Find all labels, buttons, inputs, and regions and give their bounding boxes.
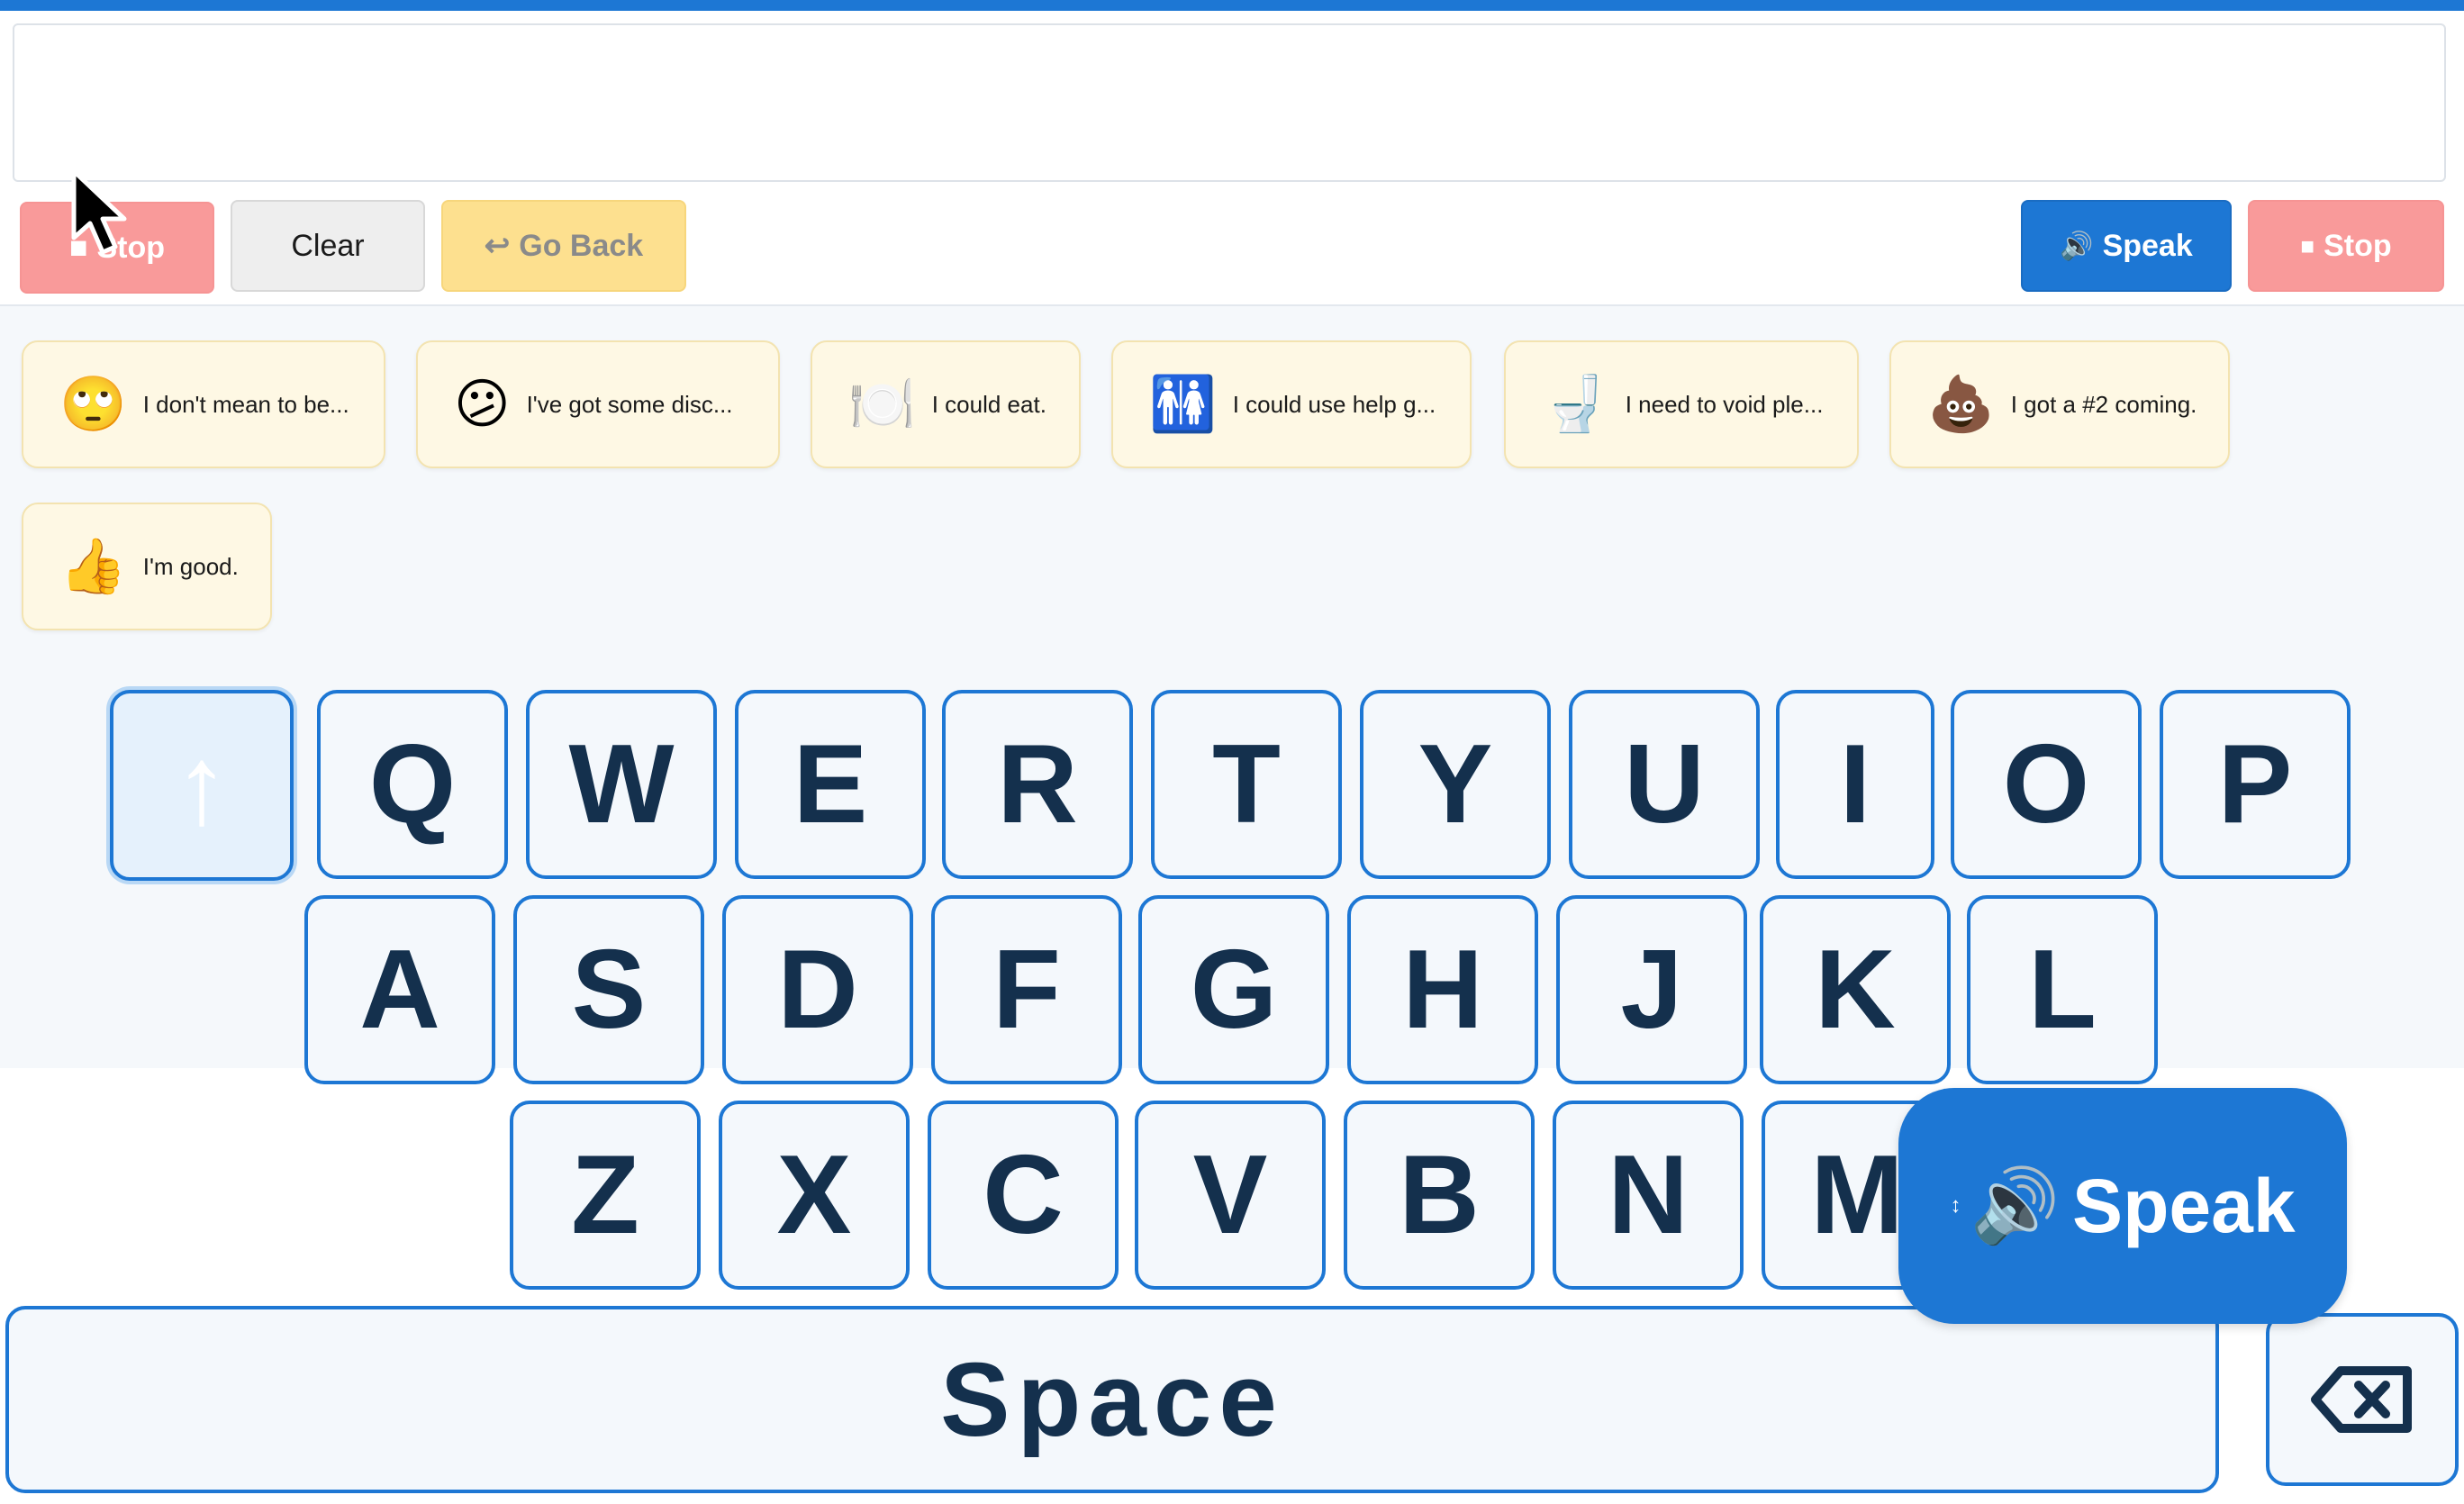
stop-button-left[interactable]: ■ Stop bbox=[20, 202, 214, 294]
toilet-icon: 🚽 bbox=[1542, 373, 1609, 436]
plate-cutlery-icon: 🍽️ bbox=[848, 373, 916, 436]
key-s[interactable]: S bbox=[513, 895, 704, 1084]
floating-speak-label: Speak bbox=[2072, 1163, 2296, 1248]
phrase-label: I'm good. bbox=[142, 552, 239, 580]
up-arrow-icon: ↑ bbox=[174, 723, 230, 847]
key-n[interactable]: N bbox=[1553, 1101, 1744, 1290]
phrase-label: I could use help g... bbox=[1232, 390, 1436, 418]
key-g[interactable]: G bbox=[1138, 895, 1329, 1084]
return-arrow-icon: ↩ bbox=[484, 229, 511, 263]
key-b[interactable]: B bbox=[1344, 1101, 1535, 1290]
key-x[interactable]: X bbox=[719, 1101, 910, 1290]
key-p[interactable]: P bbox=[2160, 690, 2351, 879]
key-r[interactable]: R bbox=[942, 690, 1133, 879]
stop-right-label: Stop bbox=[2324, 228, 2392, 263]
message-text-area[interactable] bbox=[13, 23, 2446, 182]
key-h[interactable]: H bbox=[1347, 895, 1538, 1084]
phrase-label: I've got some disc... bbox=[526, 390, 733, 418]
key-c[interactable]: C bbox=[928, 1101, 1119, 1290]
key-t[interactable]: T bbox=[1151, 690, 1342, 879]
key-o[interactable]: O bbox=[1951, 690, 2142, 879]
poop-icon: 💩 bbox=[1927, 373, 1995, 436]
shift-key[interactable]: ↑ bbox=[110, 690, 294, 881]
stop-left-label: Stop bbox=[96, 230, 166, 265]
phrase-label: I don't mean to be... bbox=[142, 390, 349, 418]
stop-button-right[interactable]: ■ Stop bbox=[2248, 200, 2444, 292]
eye-roll-icon: 🙄 bbox=[59, 373, 127, 436]
key-u[interactable]: U bbox=[1569, 690, 1760, 879]
key-k[interactable]: K bbox=[1760, 895, 1951, 1084]
go-back-button[interactable]: ↩ Go Back bbox=[441, 200, 686, 292]
key-w[interactable]: W bbox=[526, 690, 717, 879]
phrase-chip[interactable]: 🚻 I could use help g... bbox=[1111, 340, 1472, 468]
phrase-chip[interactable]: 🙄 I don't mean to be... bbox=[22, 340, 385, 468]
confused-face-icon: 😕 bbox=[454, 373, 511, 436]
drag-handle-icon[interactable]: ↕ bbox=[1950, 1193, 1961, 1219]
space-key[interactable]: Space bbox=[5, 1306, 2219, 1493]
phrase-chip[interactable]: 💩 I got a #2 coming. bbox=[1889, 340, 2230, 468]
key-y[interactable]: Y bbox=[1360, 690, 1551, 879]
key-a[interactable]: A bbox=[304, 895, 495, 1084]
thumbs-up-icon: 👍 bbox=[59, 535, 127, 598]
speak-label: Speak bbox=[2102, 228, 2193, 263]
speak-button[interactable]: 🔊 Speak bbox=[2021, 200, 2232, 292]
key-l[interactable]: L bbox=[1967, 895, 2158, 1084]
floating-speak-button[interactable]: ↕ 🔊 Speak bbox=[1898, 1088, 2347, 1324]
key-e[interactable]: E bbox=[735, 690, 926, 879]
backspace-icon bbox=[2311, 1366, 2412, 1433]
phrase-chip[interactable]: 👍 I'm good. bbox=[22, 503, 272, 630]
go-back-label: Go Back bbox=[519, 228, 644, 263]
clear-button[interactable]: Clear bbox=[231, 200, 425, 292]
restroom-icon: 🚻 bbox=[1149, 373, 1217, 436]
key-z[interactable]: Z bbox=[510, 1101, 701, 1290]
phrase-label: I need to void ple... bbox=[1625, 390, 1824, 418]
key-j[interactable]: J bbox=[1556, 895, 1747, 1084]
phrase-chip[interactable]: 😕 I've got some disc... bbox=[416, 340, 780, 468]
speaker-icon: 🔊 bbox=[2060, 230, 2094, 262]
phrase-label: I got a #2 coming. bbox=[2010, 390, 2197, 418]
stop-square-icon: ■ bbox=[2300, 231, 2315, 259]
phrase-chip[interactable]: 🍽️ I could eat. bbox=[811, 340, 1081, 468]
phrase-chip[interactable]: 🚽 I need to void ple... bbox=[1504, 340, 1859, 468]
phrase-label: I could eat. bbox=[931, 390, 1046, 418]
top-accent-bar bbox=[0, 0, 2464, 11]
key-i[interactable]: I bbox=[1776, 690, 1934, 879]
key-q[interactable]: Q bbox=[317, 690, 508, 879]
stop-icon: ■ bbox=[68, 230, 88, 265]
clear-label: Clear bbox=[291, 228, 365, 263]
key-v[interactable]: V bbox=[1135, 1101, 1326, 1290]
speaker-icon: 🔊 bbox=[1970, 1164, 2061, 1247]
key-f[interactable]: F bbox=[931, 895, 1122, 1084]
backspace-key[interactable] bbox=[2266, 1313, 2459, 1486]
key-d[interactable]: D bbox=[722, 895, 913, 1084]
